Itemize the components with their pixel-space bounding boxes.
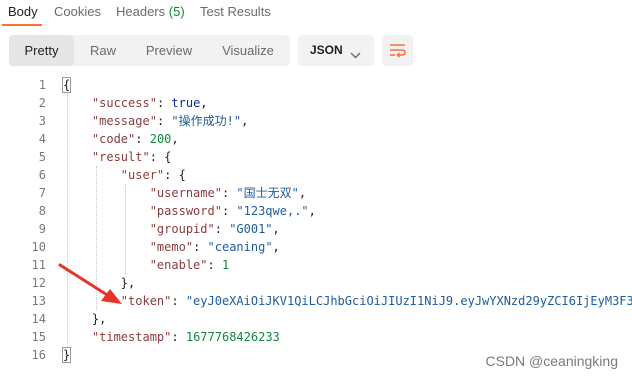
json-value: 200 <box>149 132 172 146</box>
code-line: }, <box>120 276 136 290</box>
active-tab-indicator <box>2 24 42 26</box>
line-number: 4 <box>38 132 46 146</box>
mode-raw-button[interactable]: Raw <box>74 35 132 66</box>
json-value: 1 <box>221 258 230 272</box>
line-number: 8 <box>38 204 46 218</box>
json-key: "code" <box>91 132 136 146</box>
response-toolbar: Pretty Raw Preview Visualize JSON <box>0 34 632 68</box>
tab-cookies[interactable]: Cookies <box>54 4 101 19</box>
line-number: 15 <box>31 330 46 344</box>
json-key: "user" <box>120 168 165 182</box>
mode-preview-button[interactable]: Preview <box>132 35 206 66</box>
line-number: 11 <box>31 258 46 272</box>
response-body-editor[interactable]: 1 2 3 4 5 6 7 8 9 10 11 12 13 14 15 16 {… <box>0 76 632 366</box>
code-line: "token": "eyJ0eXAiOiJKV1QiLCJhbGciOiJIUz… <box>120 294 632 308</box>
line-number: 1 <box>38 78 46 92</box>
code-line: "password": "123qwe,.", <box>149 204 316 218</box>
code-line: }, <box>91 312 107 326</box>
code-line: "enable": 1 <box>149 258 230 272</box>
watermark-text: CSDN @ceaningking <box>485 353 619 369</box>
line-number: 10 <box>31 240 46 254</box>
code-line: "user": { <box>120 168 186 182</box>
json-value: true <box>171 96 201 110</box>
line-number: 16 <box>31 348 46 362</box>
line-number: 5 <box>38 150 46 164</box>
code-line: "result": { <box>91 150 172 164</box>
line-number: 3 <box>38 114 46 128</box>
chevron-down-icon <box>350 46 361 64</box>
json-value: "ceaning" <box>207 240 273 254</box>
code-line: "code": 200, <box>91 132 179 146</box>
line-number: 7 <box>38 186 46 200</box>
line-number: 2 <box>38 96 46 110</box>
mode-visualize-button[interactable]: Visualize <box>206 35 290 66</box>
json-value: "G001" <box>229 222 273 236</box>
line-number: 13 <box>31 294 46 308</box>
json-key: "message" <box>91 114 157 128</box>
mode-pretty-button[interactable]: Pretty <box>9 35 74 66</box>
tab-headers-label: Headers <box>116 4 166 19</box>
code-line: "success": true, <box>91 96 208 110</box>
tab-test-results[interactable]: Test Results <box>200 4 271 19</box>
response-tabs: Body Cookies Headers (5) Test Results <box>0 0 632 27</box>
code-line: "groupid": "G001", <box>149 222 280 236</box>
line-number: 6 <box>38 168 46 182</box>
json-value: 1677768426233 <box>185 330 280 344</box>
json-key: "enable" <box>149 258 208 272</box>
code-line: "message": "操作成功!", <box>91 114 249 128</box>
code-line: "memo": "ceaning", <box>149 240 280 254</box>
json-key: "groupid" <box>149 222 215 236</box>
code-line: } <box>61 347 72 363</box>
code-line: "username": "国士无双", <box>149 186 307 200</box>
line-number: 9 <box>38 222 46 236</box>
headers-count-badge: (5) <box>168 4 185 19</box>
json-key: "memo" <box>149 240 194 254</box>
json-key: "password" <box>149 204 222 218</box>
json-key: "timestamp" <box>91 330 172 344</box>
format-select[interactable]: JSON <box>298 35 374 66</box>
format-select-value: JSON <box>310 43 343 57</box>
line-number: 12 <box>31 276 46 290</box>
code-line: "timestamp": 1677768426233 <box>91 330 280 344</box>
wrap-lines-button[interactable] <box>382 35 413 66</box>
code-line: { <box>61 77 72 93</box>
json-key: "token" <box>120 294 172 308</box>
json-value: "国士无双" <box>236 186 299 200</box>
view-mode-group: Pretty Raw Preview Visualize <box>9 35 290 66</box>
json-value: "eyJ0eXAiOiJKV1QiLCJhbGciOiJIUzI1NiJ9.ey… <box>185 294 632 308</box>
tab-headers[interactable]: Headers (5) <box>116 4 185 19</box>
json-value: "123qwe,." <box>236 204 309 218</box>
json-key: "result" <box>91 150 150 164</box>
json-key: "username" <box>149 186 222 200</box>
tab-body[interactable]: Body <box>8 4 38 19</box>
json-value: "操作成功!" <box>171 114 242 128</box>
json-key: "success" <box>91 96 157 110</box>
line-number: 14 <box>31 312 46 326</box>
